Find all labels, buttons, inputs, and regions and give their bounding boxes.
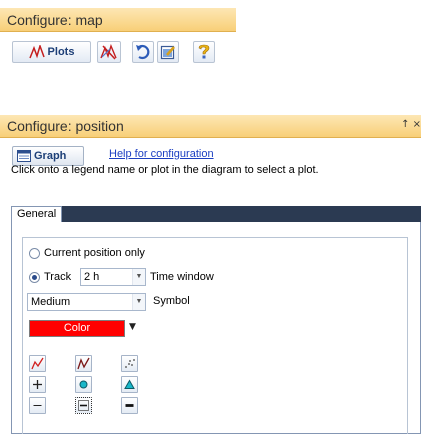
time-window-label: Time window	[150, 271, 214, 283]
color-dropdown-arrow-icon[interactable]: ▼	[129, 322, 136, 332]
delete-plot-icon	[100, 44, 117, 60]
map-panel-title: Configure: map	[7, 12, 103, 28]
time-window-select[interactable]: 2 h ▼	[80, 268, 146, 286]
thick-line-button[interactable]	[121, 397, 138, 414]
plots-button-label: Plots	[47, 46, 75, 58]
tab-general[interactable]: General	[11, 206, 63, 222]
help-configuration-link[interactable]: Help for configuration	[109, 148, 214, 160]
line-red-icon	[31, 357, 44, 370]
thin-line-button[interactable]	[29, 397, 46, 414]
symbol-label: Symbol	[153, 295, 190, 307]
undo-button[interactable]	[132, 41, 154, 63]
track-label[interactable]: Track	[44, 271, 71, 283]
dots-icon	[125, 359, 135, 368]
map-panel-title-bar: Configure: map	[0, 8, 236, 32]
chevron-down-icon[interactable]: ▼	[132, 269, 145, 285]
circle-symbol-button[interactable]	[75, 376, 92, 393]
track-radio[interactable]	[29, 272, 40, 283]
plots-button[interactable]: Plots	[12, 41, 91, 63]
plus-symbol-button[interactable]	[29, 376, 46, 393]
edit-button[interactable]	[157, 41, 179, 63]
circle-icon	[79, 380, 88, 389]
dots-button[interactable]	[121, 355, 138, 372]
graph-button-label: Graph	[34, 150, 67, 162]
instruction-text: Click onto a legend name or plot in the …	[11, 164, 319, 176]
triangle-symbol-button[interactable]	[121, 376, 138, 393]
current-position-radio[interactable]	[29, 248, 40, 259]
current-position-label[interactable]: Current position only	[44, 247, 145, 259]
symbol-size-value: Medium	[31, 296, 71, 308]
position-panel-title-bar: Configure: position	[0, 115, 421, 138]
line-dark-icon	[77, 357, 90, 370]
undo-icon	[136, 44, 150, 60]
plus-icon	[33, 380, 42, 389]
medium-line-button[interactable]	[75, 397, 92, 414]
line-red-button[interactable]	[29, 355, 46, 372]
medium-dash-icon	[78, 400, 89, 411]
tab-strip: General	[11, 206, 421, 222]
panel-pin-close[interactable]: ↑ ×	[398, 119, 421, 133]
symbol-size-select[interactable]: Medium ▼	[27, 293, 146, 311]
color-button[interactable]: Color	[29, 320, 125, 337]
position-panel-title: Configure: position	[7, 118, 124, 134]
help-button[interactable]	[193, 41, 215, 63]
delete-plot-button[interactable]	[97, 41, 121, 63]
line-dark-button[interactable]	[75, 355, 92, 372]
chevron-down-icon[interactable]: ▼	[132, 294, 145, 310]
graph-button[interactable]: Graph	[12, 146, 84, 166]
thin-dash-icon	[33, 405, 42, 406]
pin-close-glyphs[interactable]: ↑ ×	[401, 119, 421, 130]
graph-icon	[17, 150, 31, 162]
color-button-label: Color	[63, 322, 91, 334]
plots-icon	[28, 45, 45, 59]
tab-general-label: General	[17, 208, 57, 220]
triangle-icon	[124, 379, 135, 389]
thick-dash-icon	[125, 404, 134, 407]
time-window-value: 2 h	[84, 271, 100, 283]
edit-icon	[160, 45, 175, 60]
help-icon	[198, 44, 210, 59]
